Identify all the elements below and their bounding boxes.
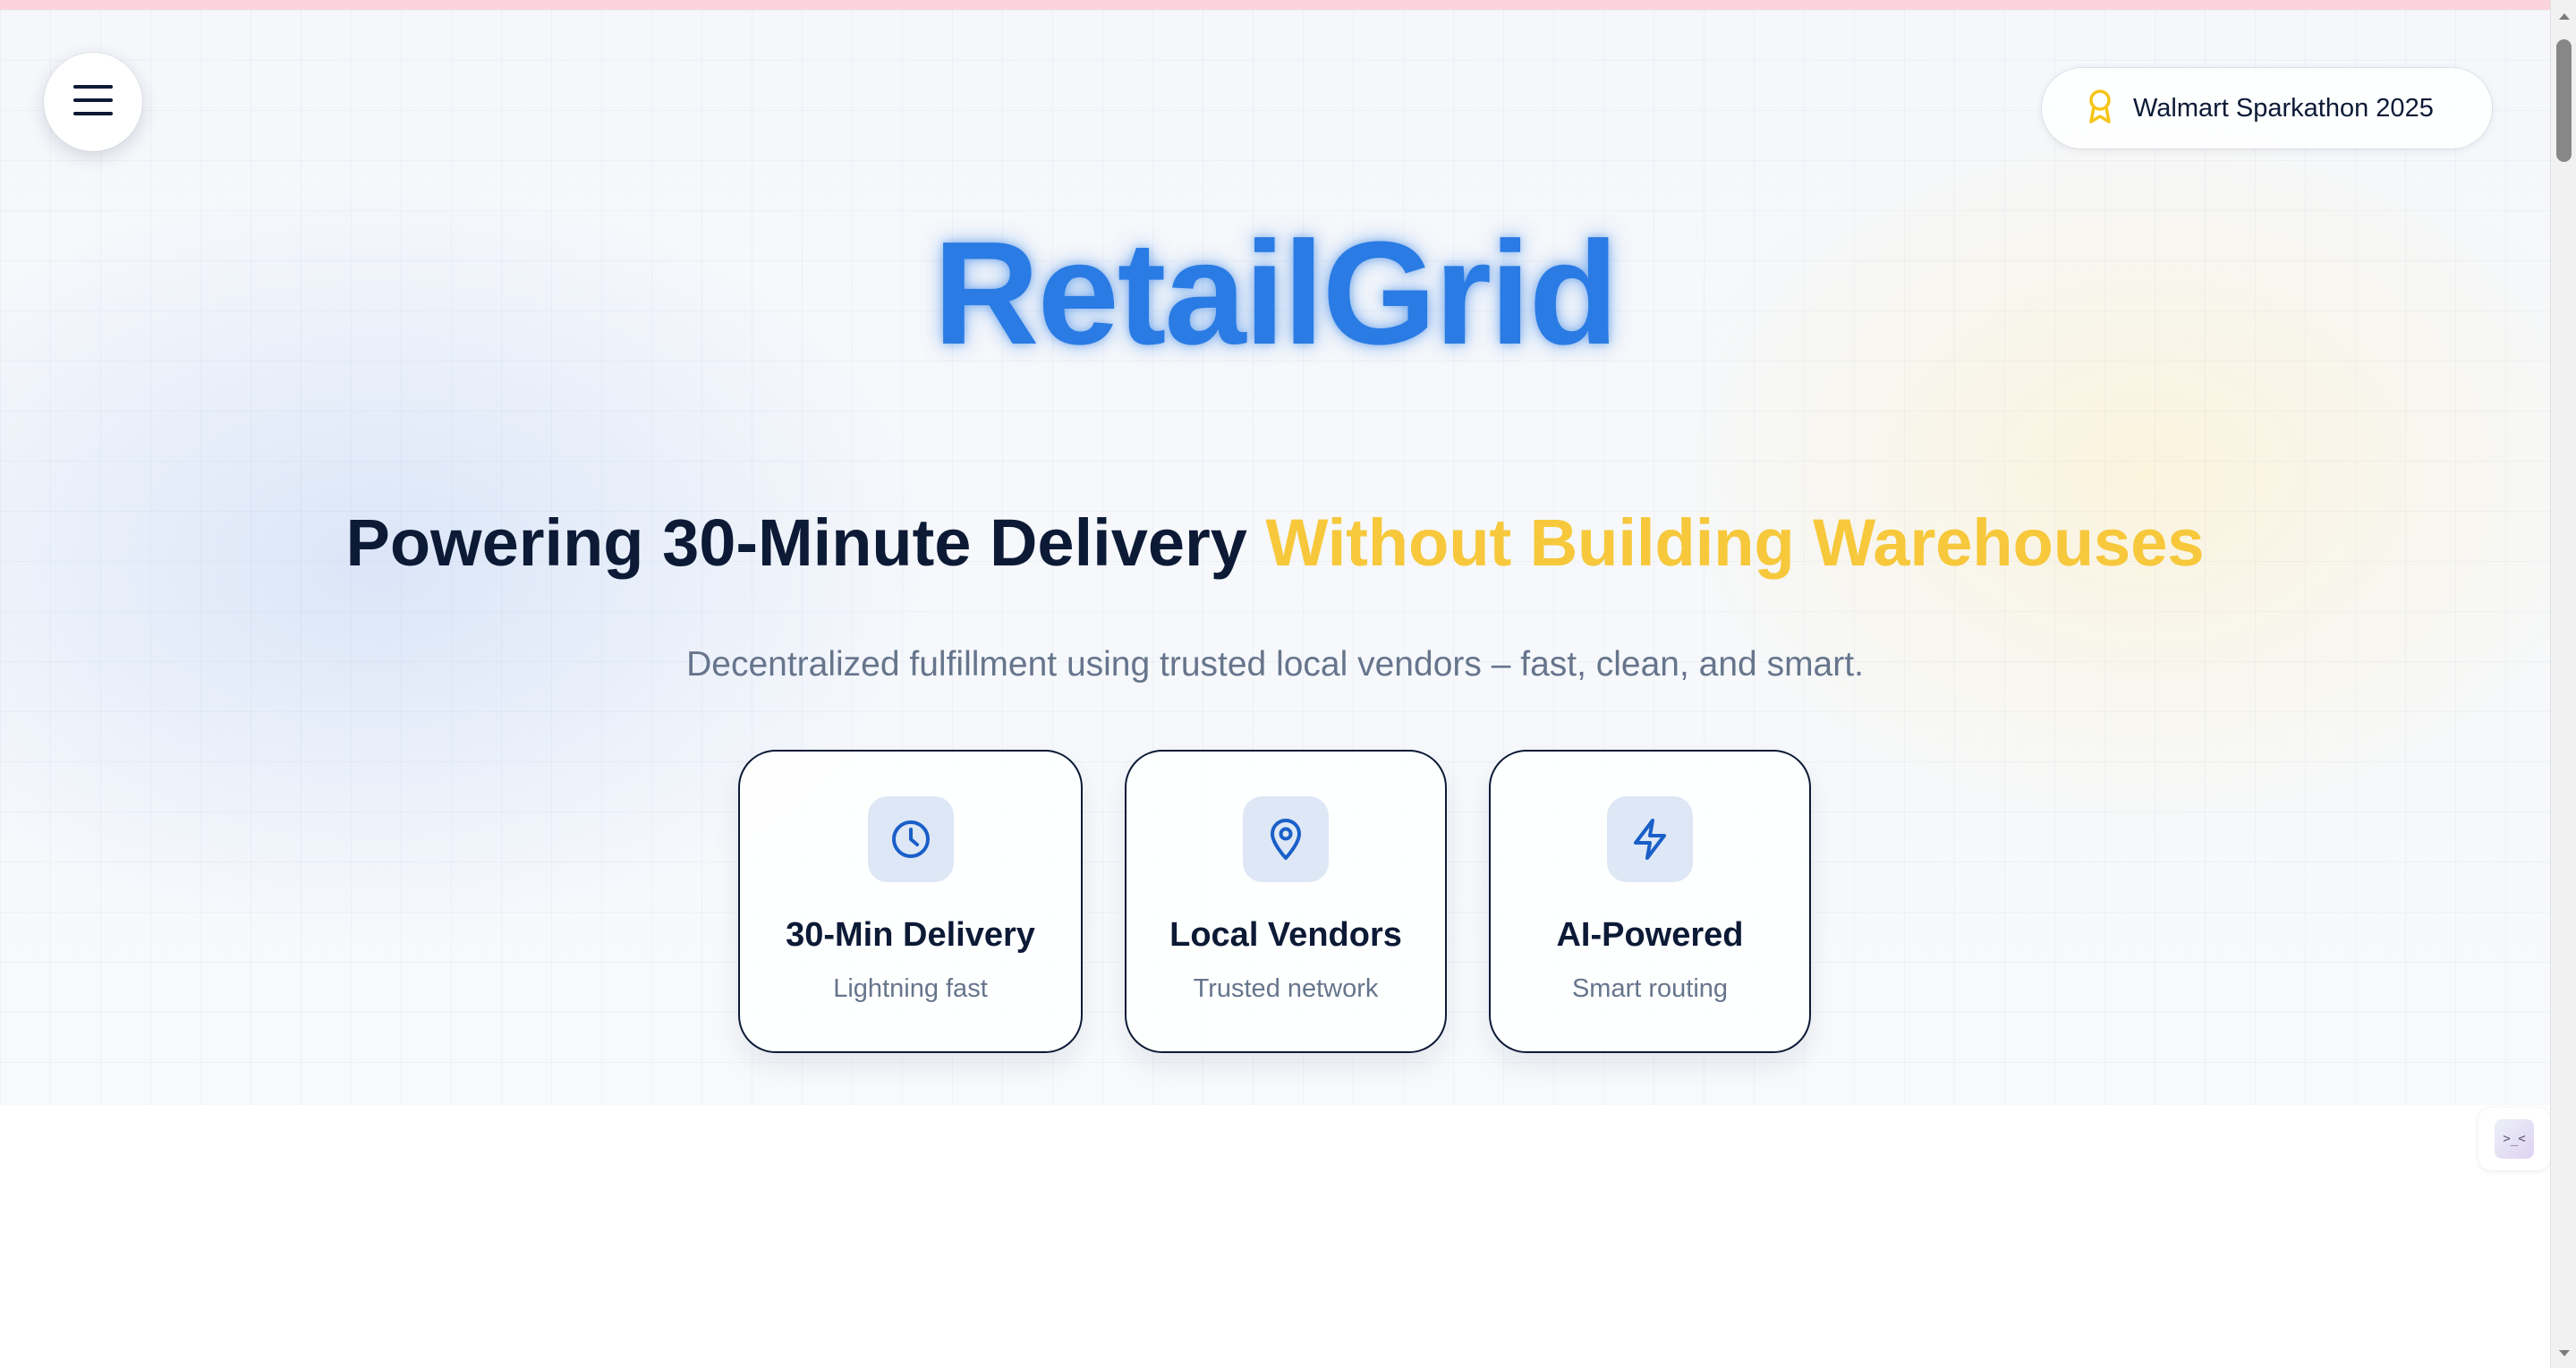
feature-card-vendors: Local Vendors Trusted network	[1125, 750, 1447, 1053]
feature-subtitle: Smart routing	[1571, 974, 1729, 1003]
hero-headline: Powering 30-Minute Delivery Without Buil…	[0, 506, 2550, 579]
feature-card-delivery: 30-Min Delivery Lightning fast	[738, 750, 1083, 1053]
scrollbar-thumb[interactable]	[2556, 39, 2572, 162]
dev-toolbar-icon: >_<	[2495, 1119, 2534, 1159]
feature-title: 30-Min Delivery	[786, 916, 1035, 954]
brand-logo: RetailGrid	[933, 211, 1619, 375]
headline-accent: Without Building Warehouses	[1265, 506, 2205, 580]
sparkathon-badge[interactable]: Walmart Sparkathon 2025	[2042, 68, 2492, 149]
headline-main: Powering 30-Minute Delivery	[345, 506, 1247, 580]
menu-button[interactable]	[44, 53, 142, 151]
hero-subheading: Decentralized fulfillment using trusted …	[686, 645, 1864, 684]
hamburger-menu-icon	[73, 84, 113, 121]
feature-title: AI-Powered	[1556, 916, 1744, 954]
vertical-scrollbar[interactable]	[2550, 0, 2576, 1368]
feature-title: Local Vendors	[1169, 916, 1402, 954]
clock-icon	[867, 796, 954, 882]
feature-subtitle: Lightning fast	[833, 974, 988, 1003]
feature-card-ai: AI-Powered Smart routing	[1489, 750, 1811, 1053]
badge-label: Walmart Sparkathon 2025	[2133, 93, 2434, 123]
scroll-up-arrow-icon[interactable]	[2551, 5, 2576, 27]
map-pin-icon	[1243, 796, 1329, 882]
lightning-icon	[1607, 796, 1693, 882]
award-icon	[2087, 89, 2113, 129]
feature-subtitle: Trusted network	[1193, 974, 1379, 1003]
dev-toolbar-button[interactable]: >_<	[2478, 1108, 2550, 1170]
top-accent-strip	[0, 0, 2550, 10]
scroll-down-arrow-icon[interactable]	[2551, 1343, 2576, 1364]
